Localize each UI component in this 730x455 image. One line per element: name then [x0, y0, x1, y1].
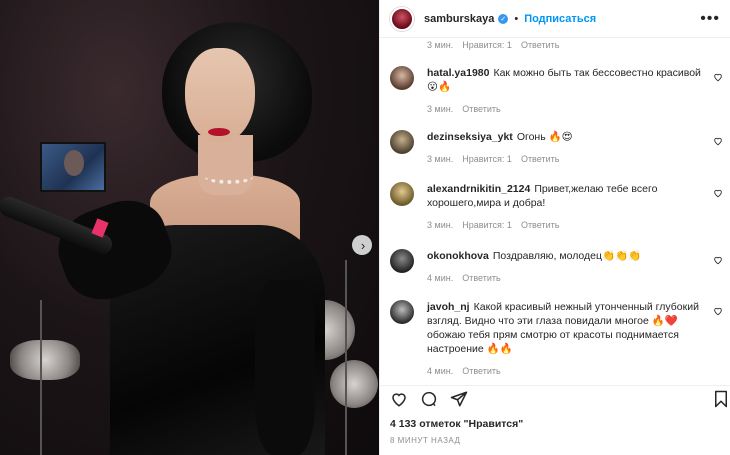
comment-item: javoh_nj Какой красивый нежный утонченный… — [390, 300, 725, 378]
author-username[interactable]: samburskaya — [424, 13, 494, 25]
comment-likes[interactable]: Нравится: 1 — [462, 218, 512, 232]
stand-decor — [345, 260, 347, 455]
glove-shape — [255, 280, 315, 455]
commenter-avatar[interactable] — [390, 130, 414, 154]
reply-button[interactable]: Ответить — [462, 102, 500, 116]
commenter-username[interactable]: alexandrnikitin_2124 — [427, 183, 530, 195]
reply-button[interactable]: Ответить — [521, 152, 559, 166]
comments-list[interactable]: 3 мин. Нравится: 1 Ответить hatal.ya1980… — [380, 38, 730, 378]
reply-button[interactable]: Ответить — [462, 364, 500, 378]
comment-time: 4 мин. — [427, 366, 454, 376]
comment-like-heart-icon[interactable] — [713, 255, 723, 265]
chevron-right-icon: › — [360, 237, 366, 253]
post-actions-bar — [380, 385, 730, 408]
post-timestamp: 8 МИНУТ НАЗАД — [390, 436, 461, 445]
drum-decor — [330, 360, 378, 408]
necklace-shape — [205, 170, 253, 184]
bookmark-icon[interactable] — [712, 390, 730, 408]
commenter-username[interactable]: dezinseksiya_ykt — [427, 131, 513, 143]
post-panel: samburskaya ✓ • Подписаться ••• 3 мин. Н… — [379, 0, 730, 455]
paper-plane-icon[interactable] — [450, 390, 468, 408]
follow-button[interactable]: Подписаться — [524, 13, 596, 25]
comment-item: okonokhova Поздравляю, молодец👏👏👏 4 мин. … — [390, 249, 725, 285]
comment-time: 3 мин. — [427, 154, 454, 164]
instagram-post: › samburskaya ✓ • Подписаться ••• 3 мин.… — [0, 0, 730, 455]
comment-like-heart-icon[interactable] — [713, 188, 723, 198]
commenter-username[interactable]: hatal.ya1980 — [427, 67, 489, 79]
more-options-icon[interactable]: ••• — [700, 10, 720, 28]
comment-meta: 3 мин. Нравится: 1 Ответить — [427, 152, 703, 166]
heart-icon[interactable] — [390, 390, 408, 408]
comment-text: Поздравляю, молодец👏👏👏 — [492, 250, 642, 262]
commenter-avatar[interactable] — [390, 249, 414, 273]
comment-time: 4 мин. — [427, 273, 454, 283]
separator-dot: • — [514, 12, 519, 25]
comment-like-heart-icon[interactable] — [713, 306, 723, 316]
stand-decor — [40, 300, 42, 455]
comment-meta: 4 мин. Ответить — [427, 271, 703, 285]
author-avatar[interactable] — [390, 6, 414, 31]
neck-shape — [198, 135, 253, 195]
commenter-avatar[interactable] — [390, 66, 414, 90]
comment-time: 3 мин. — [427, 220, 454, 230]
commenter-username[interactable]: okonokhova — [427, 250, 489, 262]
comment-meta: 3 мин. Нравится: 1 Ответить — [427, 218, 703, 232]
commenter-avatar[interactable] — [390, 300, 414, 324]
comment-meta: 3 мин. Ответить — [427, 102, 703, 116]
likes-count[interactable]: 4 133 отметок "Нравится" — [390, 418, 523, 430]
comment-like-heart-icon[interactable] — [713, 136, 723, 146]
comment-text: Огонь 🔥😍 — [516, 131, 573, 143]
verified-badge-icon: ✓ — [498, 13, 509, 24]
comment-item: alexandrnikitin_2124 Привет,желаю тебе вс… — [390, 182, 725, 232]
reply-button[interactable]: Ответить — [521, 218, 559, 232]
comment-meta: 3 мин. Нравится: 1 Ответить — [427, 40, 559, 50]
lips-shape — [208, 128, 230, 136]
comment-item: dezinseksiya_ykt Огонь 🔥😍 3 мин. Нравится… — [390, 130, 725, 166]
reply-button[interactable]: Ответить — [521, 40, 559, 50]
comment-time: 3 мин. — [427, 40, 454, 50]
background-tv-screen — [40, 142, 106, 192]
commenter-username[interactable]: javoh_nj — [427, 301, 470, 313]
post-header: samburskaya ✓ • Подписаться ••• — [380, 0, 730, 38]
drum-decor — [10, 340, 80, 380]
comment-time: 3 мин. — [427, 104, 454, 114]
post-photo[interactable]: › — [0, 0, 379, 455]
comment-bubble-icon[interactable] — [420, 390, 438, 408]
commenter-avatar[interactable] — [390, 182, 414, 206]
comment-like-heart-icon[interactable] — [713, 72, 723, 82]
reply-button[interactable]: Ответить — [462, 271, 500, 285]
comment-item: hatal.ya1980 Как можно быть так бессовест… — [390, 66, 725, 116]
next-photo-button[interactable]: › — [352, 235, 372, 255]
comment-meta: 4 мин. Ответить — [427, 364, 703, 378]
comment-likes[interactable]: Нравится: 1 — [462, 152, 512, 166]
comment-likes[interactable]: Нравится: 1 — [462, 40, 512, 50]
